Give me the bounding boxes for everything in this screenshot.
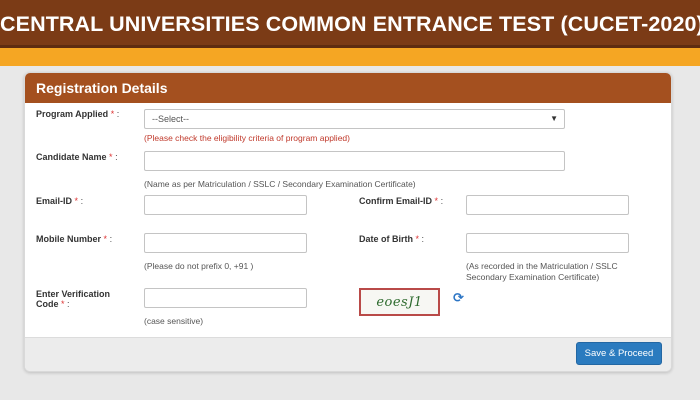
email-label-text: Email-ID bbox=[36, 196, 73, 206]
date-of-birth-hint-line2: Secondary Examination Certificate) bbox=[466, 272, 600, 282]
label-separator: : bbox=[109, 234, 113, 244]
program-applied-label: Program Applied * : bbox=[36, 109, 119, 119]
mobile-number-label: Mobile Number * : bbox=[36, 234, 112, 244]
program-applied-label-text: Program Applied bbox=[36, 109, 109, 119]
verification-code-label-line2: Code * : bbox=[36, 299, 70, 309]
required-marker: * bbox=[103, 234, 108, 244]
label-separator: : bbox=[67, 299, 70, 309]
mobile-number-label-text: Mobile Number bbox=[36, 234, 102, 244]
mobile-number-hint: (Please do not prefix 0, +91 ) bbox=[144, 261, 254, 271]
dropdown-caret-icon: ▼ bbox=[550, 114, 558, 123]
page-title: CENTRAL UNIVERSITIES COMMON ENTRANCE TES… bbox=[0, 12, 700, 36]
date-of-birth-input[interactable] bbox=[466, 233, 629, 253]
panel-header: Registration Details bbox=[25, 73, 671, 103]
save-and-proceed-button[interactable]: Save & Proceed bbox=[576, 342, 662, 365]
candidate-name-hint: (Name as per Matriculation / SSLC / Seco… bbox=[144, 179, 416, 189]
confirm-email-label: Confirm Email-ID * : bbox=[359, 196, 443, 206]
captcha-image: eoesJ1 bbox=[359, 288, 440, 316]
confirm-email-label-text: Confirm Email-ID bbox=[359, 196, 433, 206]
date-of-birth-label: Date of Birth * : bbox=[359, 234, 424, 244]
label-separator: : bbox=[116, 109, 120, 119]
required-marker: * bbox=[110, 109, 115, 119]
verification-code-label-line1: Enter Verification bbox=[36, 289, 111, 299]
candidate-name-label: Candidate Name * : bbox=[36, 152, 118, 162]
label-separator: : bbox=[421, 234, 425, 244]
required-marker: * bbox=[109, 152, 113, 162]
required-marker: * bbox=[415, 234, 420, 244]
verification-code-label-text: Code bbox=[36, 299, 59, 309]
program-applied-select[interactable]: --Select-- ▼ bbox=[144, 109, 565, 129]
candidate-name-label-text: Candidate Name bbox=[36, 152, 107, 162]
label-separator: : bbox=[115, 152, 118, 162]
required-marker: * bbox=[434, 196, 439, 206]
date-of-birth-label-text: Date of Birth bbox=[359, 234, 413, 244]
date-of-birth-hint-line1: (As recorded in the Matriculation / SSLC bbox=[466, 261, 618, 271]
program-eligibility-note: (Please check the eligibility criteria o… bbox=[144, 133, 350, 143]
confirm-email-input[interactable] bbox=[466, 195, 629, 215]
refresh-captcha-icon[interactable]: ⟳ bbox=[453, 290, 464, 306]
panel-title: Registration Details bbox=[36, 80, 168, 96]
required-marker: * bbox=[74, 196, 79, 206]
label-separator: : bbox=[440, 196, 444, 206]
verification-code-hint: (case sensitive) bbox=[144, 316, 204, 326]
label-separator: : bbox=[80, 196, 84, 206]
mobile-number-input[interactable] bbox=[144, 233, 307, 253]
email-label: Email-ID * : bbox=[36, 196, 83, 206]
program-selected-value: --Select-- bbox=[152, 114, 190, 124]
email-input[interactable] bbox=[144, 195, 307, 215]
captcha-text: eoesJ1 bbox=[376, 295, 423, 310]
orange-stripe bbox=[0, 48, 700, 66]
candidate-name-input[interactable] bbox=[144, 151, 565, 171]
panel-footer bbox=[25, 337, 671, 371]
verification-code-input[interactable] bbox=[144, 288, 307, 308]
required-marker: * bbox=[61, 299, 65, 309]
top-banner: CENTRAL UNIVERSITIES COMMON ENTRANCE TES… bbox=[0, 0, 700, 48]
